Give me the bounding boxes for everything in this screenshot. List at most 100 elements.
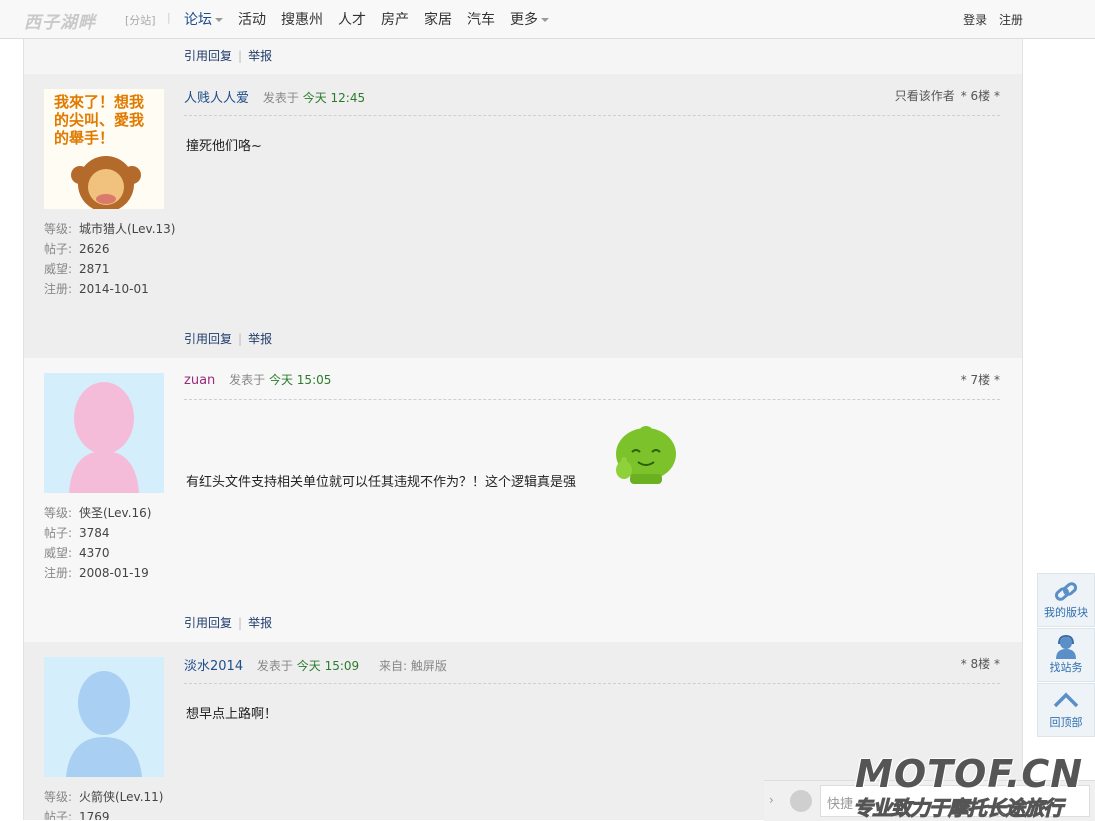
smiley-icon[interactable] [790,790,812,812]
floor-info: * 8楼 * [961,655,1000,672]
link-icon [1038,574,1094,604]
level-value[interactable]: 城市猎人(Lev.13) [79,219,175,239]
support-agent-icon [1038,629,1094,659]
male-avatar-icon [44,657,164,777]
posted-at-label: 发表于 [229,373,266,387]
post-content: 有红头文件支持相关单位就可以任其违规不作为？！这个逻辑真是强 [186,475,577,490]
source-value[interactable]: 触屏版 [411,659,447,673]
avatar[interactable] [44,373,164,493]
nav-label: 更多 [510,12,538,28]
avatar[interactable]: 我來了！想我 的尖叫、愛我 的舉手！ [44,89,164,209]
nav-item-jobs[interactable]: 人才 [338,9,366,29]
only-author-link[interactable]: 只看该作者 [895,89,955,103]
nav-item-auto[interactable]: 汽车 [467,9,495,29]
quote-reply-link[interactable]: 引用回复 [184,332,232,346]
find-staff-button[interactable]: 找站务 [1037,628,1095,682]
post-floor-7: 等级: 侠圣(Lev.16) 帖子: 3784 威望: 4370 注册: 2008-01… [24,358,1022,643]
back-to-top-label: 回顶部 [1049,716,1083,729]
today-label: 今天 [268,373,293,387]
previous-post-footer: 引用回复 | 举报 [24,39,1022,75]
today-label: 今天 [296,659,321,673]
site-logo[interactable]: 西子湖畔 [24,8,96,33]
post-time: 发表于 今天 12:45 [263,91,365,105]
nav-item-home[interactable]: 家居 [424,9,452,29]
floor-number[interactable]: * 7楼 * [961,373,1000,387]
registered-label: 注册: [44,566,73,580]
avatar[interactable] [44,657,164,777]
register-link[interactable]: 注册 [999,13,1023,27]
post-actions: 引用回复 | 举报 [184,614,272,631]
report-link[interactable]: 举报 [248,49,272,63]
find-staff-label: 找站务 [1049,661,1083,674]
time-value: 15:09 [324,659,360,673]
quote-reply-link[interactable]: 引用回复 [184,616,232,630]
branch-link[interactable]: [分站] [125,12,156,28]
level-value[interactable]: 火箭侠(Lev.11) [79,787,163,807]
from-label: 来自: [379,659,408,673]
post-time: 发表于 今天 15:09 [257,659,359,673]
post-header: zuan 发表于 今天 15:05 * 7楼 * [184,371,1000,400]
post-actions: 引用回复 | 举报 [184,330,272,347]
level-value[interactable]: 侠圣(Lev.16) [79,503,151,523]
female-avatar-icon [44,373,164,493]
posts-value: 1769 [79,810,110,820]
level-label: 等级: [44,222,73,236]
post-source: 来自: 触屏版 [379,659,447,673]
nav-separator: | [167,11,171,24]
back-to-top-button[interactable]: 回顶部 [1037,683,1095,737]
login-link[interactable]: 登录 [963,13,987,27]
username[interactable]: 淡水2014 [184,659,243,674]
quote-reply-link[interactable]: 引用回复 [184,49,232,63]
main-nav: 论坛 活动 搜惠州 人才 房产 家居 汽车 更多 [184,9,564,29]
nav-item-forum[interactable]: 论坛 [184,9,223,29]
svg-text:的舉手！: 的舉手！ [54,129,114,147]
posts-value: 2626 [79,242,110,256]
nav-item-real-estate[interactable]: 房产 [381,9,409,29]
nav-item-more[interactable]: 更多 [510,9,549,29]
posts-label: 帖子: [44,242,73,256]
prestige-label: 威望: [44,262,73,276]
user-stats: 等级: 城市猎人(Lev.13) 帖子: 2626 威望: 2871 注册: 2014-… [44,219,175,299]
prestige-value: 2871 [79,262,110,276]
action-separator: | [238,332,243,346]
level-label: 等级: [44,790,73,804]
today-label: 今天 [302,91,327,105]
posted-at-label: 发表于 [262,91,299,105]
side-toolbar: 我的版块 找站务 回顶部 [1037,573,1095,738]
nav-item-search-huizhou[interactable]: 搜惠州 [281,9,323,29]
registered-value: 2008-01-19 [79,566,149,580]
time-value: 12:45 [330,91,366,105]
svg-text:的尖叫、愛我: 的尖叫、愛我 [54,111,144,129]
chevron-right-icon[interactable]: › [769,793,774,807]
svg-text:我來了！想我: 我來了！想我 [54,93,144,111]
registered-label: 注册: [44,282,73,296]
username[interactable]: 人贱人人爱 [184,91,249,106]
prestige-label: 威望: [44,546,73,560]
post-header: 人贱人人爱 发表于 今天 12:45 只看该作者 * 6楼 * [184,87,1000,116]
post-content: 撞死他们咯~ [186,139,262,154]
monkey-avatar-image: 我來了！想我 的尖叫、愛我 的舉手！ [44,89,164,209]
quick-reply-input[interactable]: 快捷 [820,785,1090,817]
posted-at-label: 发表于 [256,659,293,673]
top-navigation-bar: 西子湖畔 [分站] | 论坛 活动 搜惠州 人才 房产 家居 汽车 更多 登录 … [0,0,1095,39]
username[interactable]: zuan [184,373,215,388]
auth-links: 登录 注册 [955,11,1023,28]
posts-label: 帖子: [44,810,73,820]
my-boards-label: 我的版块 [1044,606,1088,619]
floor-number[interactable]: * 8楼 * [961,657,1000,671]
user-stats: 等级: 侠圣(Lev.16) 帖子: 3784 威望: 4370 注册: 2008-01… [44,503,151,583]
nav-item-events[interactable]: 活动 [238,9,266,29]
my-boards-button[interactable]: 我的版块 [1037,573,1095,627]
quick-reply-bar: › 快捷 [764,780,1095,821]
post-content: 想早点上路啊！ [186,707,278,722]
posts-label: 帖子: [44,526,73,540]
nav-label: 论坛 [184,12,212,28]
post-actions: 引用回复 | 举报 [184,47,272,64]
chevron-down-icon [541,18,549,22]
post-header: 淡水2014 发表于 今天 15:09 来自: 触屏版 * 8楼 * [184,655,1000,684]
floor-info: 只看该作者 * 6楼 * [895,87,1000,104]
report-link[interactable]: 举报 [248,332,272,346]
action-separator: | [238,616,243,630]
floor-number[interactable]: * 6楼 * [961,89,1000,103]
report-link[interactable]: 举报 [248,616,272,630]
